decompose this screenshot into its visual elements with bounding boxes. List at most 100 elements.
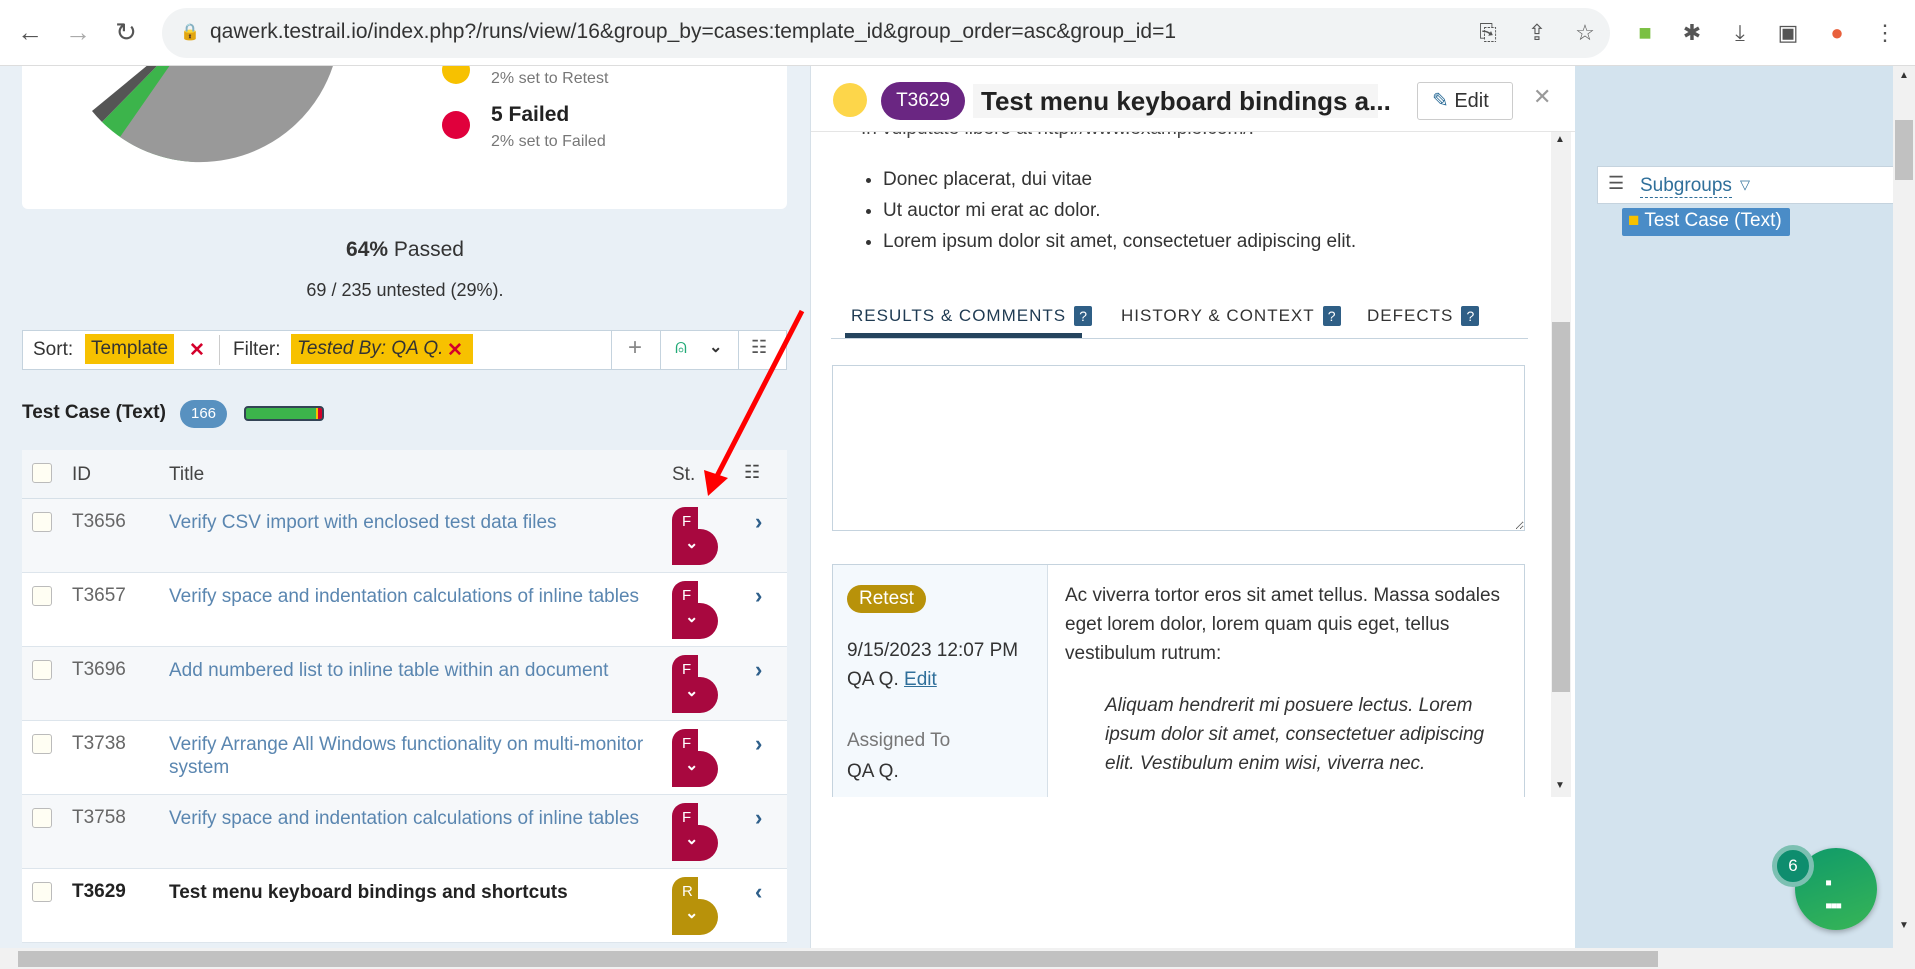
status-dropdown[interactable]: F ⌄ — [672, 729, 718, 787]
back-icon[interactable]: ← — [12, 14, 48, 50]
remove-sort-icon[interactable]: ✕ — [189, 339, 205, 362]
status-dot — [833, 83, 867, 117]
case-title-link[interactable]: Verify space and indentation calculation… — [169, 585, 659, 608]
table-row[interactable]: T3758 Verify space and indentation calcu… — [22, 795, 787, 869]
chevron-right-icon[interactable]: › — [755, 731, 762, 757]
row-checkbox[interactable] — [32, 512, 52, 532]
header-status[interactable]: St. — [672, 464, 695, 486]
chevron-right-icon[interactable]: › — [755, 509, 762, 535]
tree-item-test-case-text[interactable]: ■ Test Case (Text) — [1622, 208, 1790, 236]
failed-title: 5 Failed — [491, 103, 570, 126]
add-filter-icon[interactable]: + — [628, 334, 642, 362]
case-id-badge: T3629 — [881, 82, 965, 120]
remove-filter-icon[interactable]: ✕ — [447, 339, 463, 362]
list-icon: ☰ — [1608, 173, 1625, 193]
status-dropdown[interactable]: F ⌄ — [672, 581, 718, 639]
cases-table: ID Title St. ☷ T3656 Verify CSV import w… — [22, 450, 787, 943]
row-checkbox[interactable] — [32, 734, 52, 754]
untested-summary: 69 / 235 untested (29%). — [306, 280, 504, 300]
reload-icon[interactable]: ↻ — [108, 14, 144, 50]
download-icon[interactable]: ⤓ — [1725, 18, 1755, 48]
status-letter: F — [682, 661, 692, 678]
chevron-down-icon: ⌄ — [685, 683, 699, 700]
status-dropdown[interactable]: F ⌄ — [672, 803, 718, 861]
result-comment: Ac viverra tortor eros sit amet tellus. … — [1065, 585, 1501, 664]
case-id: T3696 — [72, 659, 126, 680]
row-checkbox[interactable] — [32, 586, 52, 606]
case-id: T3738 — [72, 733, 126, 754]
header-id[interactable]: ID — [72, 464, 91, 486]
table-row[interactable]: T3696 Add numbered list to inline table … — [22, 647, 787, 721]
case-title-link[interactable]: Verify Arrange All Windows functionality… — [169, 733, 659, 779]
profile-avatar[interactable]: ● — [1822, 18, 1852, 48]
status-dropdown[interactable]: F ⌄ — [672, 507, 718, 565]
groups-sidebar: ☰ Subgroups ▽ ■ Test Case (Text) — [1575, 66, 1893, 948]
columns-icon[interactable]: ☷ — [751, 337, 767, 358]
help-icon: ? — [1461, 306, 1480, 326]
result-date: 9/15/2023 12:07 PM — [847, 640, 1019, 661]
chevron-down-icon[interactable]: ⌄ — [709, 337, 722, 357]
horizontal-scrollbar[interactable] — [0, 948, 1915, 969]
sidepanel-icon[interactable]: ▣ — [1773, 18, 1803, 48]
meet-icon[interactable]: ■ — [1630, 18, 1660, 48]
retest-badge: Retest — [847, 585, 926, 613]
assign-user-icon[interactable]: ⍝ — [675, 336, 687, 359]
translate-icon[interactable]: ⎘ — [1473, 18, 1503, 48]
status-dropdown[interactable]: F ⌄ — [672, 655, 718, 713]
edit-result-link[interactable]: Edit — [904, 669, 937, 690]
tab-defects[interactable]: DEFECTS? — [1367, 306, 1480, 326]
forward-icon[interactable]: → — [60, 14, 96, 50]
browser-toolbar: ← → ↻ 🔒 qawerk.testrail.io/index.php?/ru… — [0, 0, 1915, 66]
sort-label: Sort: — [33, 339, 74, 360]
table-row[interactable]: T3629 Test menu keyboard bindings and sh… — [22, 869, 787, 943]
subgroups-header: ☰ Subgroups ▽ — [1597, 166, 1893, 204]
case-title-link[interactable]: Add numbered list to inline table within… — [169, 659, 659, 682]
row-checkbox[interactable] — [32, 808, 52, 828]
tab-history-context[interactable]: HISTORY & CONTEXT? — [1121, 306, 1341, 326]
chevron-down-icon[interactable]: ▽ — [1740, 177, 1750, 193]
detail-scrollbar[interactable]: ▲ ▼ — [1551, 132, 1571, 797]
close-icon[interactable]: ✕ — [1533, 84, 1551, 110]
case-title-link[interactable]: Verify CSV import with enclosed test dat… — [169, 511, 659, 534]
table-row[interactable]: T3656 Verify CSV import with enclosed te… — [22, 499, 787, 573]
subgroups-link[interactable]: Subgroups — [1640, 175, 1732, 198]
status-dropdown[interactable]: R ⌄ — [672, 877, 718, 935]
bullet-list: Donec placerat, dui vitae Ut auctor mi e… — [883, 164, 1356, 257]
share-icon[interactable]: ⇪ — [1522, 18, 1552, 48]
edit-button[interactable]: ✎ Edit — [1417, 82, 1513, 120]
bullet-item: Lorem ipsum dolor sit amet, consectetuer… — [883, 226, 1356, 257]
result-user: QA Q. Edit — [847, 669, 937, 690]
menu-icon[interactable]: ⋮ — [1870, 18, 1900, 48]
chevron-right-icon[interactable]: › — [755, 657, 762, 683]
chevron-left-icon[interactable]: ‹ — [755, 879, 762, 905]
url-text[interactable]: qawerk.testrail.io/index.php?/runs/view/… — [210, 20, 1176, 44]
row-checkbox[interactable] — [32, 882, 52, 902]
help-icon: ? — [1322, 306, 1341, 326]
table-row[interactable]: T3657 Verify space and indentation calcu… — [22, 573, 787, 647]
comment-textarea[interactable] — [832, 365, 1525, 531]
page-scrollbar[interactable]: ▲ ▼ — [1893, 66, 1915, 948]
star-icon[interactable]: ☆ — [1570, 18, 1600, 48]
row-checkbox[interactable] — [32, 660, 52, 680]
header-title[interactable]: Title — [169, 464, 204, 486]
status-letter: F — [682, 587, 692, 604]
help-icon: ? — [1074, 306, 1093, 326]
case-title-link[interactable]: Verify space and indentation calculation… — [169, 807, 659, 830]
table-row[interactable]: T3738 Verify Arrange All Windows functio… — [22, 721, 787, 795]
tab-results-comments[interactable]: RESULTS & COMMENTS? — [851, 306, 1093, 326]
passed-pct: 64% — [346, 238, 389, 261]
chevron-down-icon: ⌄ — [685, 535, 699, 552]
sort-chip[interactable]: Template — [85, 334, 175, 364]
active-tab-indicator — [845, 333, 1082, 338]
columns-icon[interactable]: ☷ — [744, 462, 760, 483]
status-letter: R — [682, 883, 693, 900]
assigned-value: QA Q. — [847, 761, 899, 782]
chevron-right-icon[interactable]: › — [755, 805, 762, 831]
case-id: T3657 — [72, 585, 126, 606]
status-letter: F — [682, 513, 692, 530]
extensions-icon[interactable]: ✱ — [1677, 18, 1707, 48]
select-all-checkbox[interactable] — [32, 463, 52, 483]
case-title-link[interactable]: Test menu keyboard bindings and shortcut… — [169, 881, 659, 904]
failed-dot — [442, 111, 470, 139]
chevron-right-icon[interactable]: › — [755, 583, 762, 609]
